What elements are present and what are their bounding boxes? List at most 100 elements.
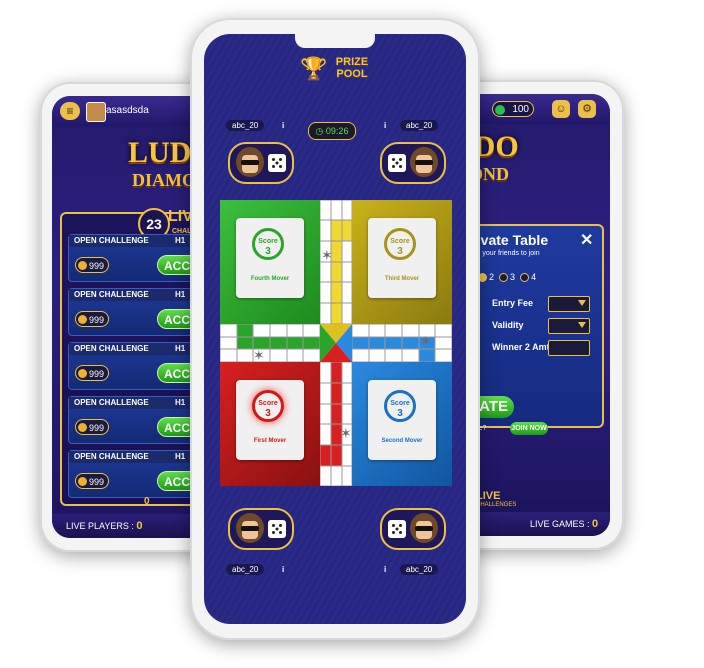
player-name-bottom-left: abc_20	[226, 564, 265, 575]
home-green: Score 3 Fourth Mover	[220, 200, 320, 324]
card-title: OPEN CHALLENGE	[74, 344, 149, 353]
validity-select[interactable]	[548, 318, 590, 334]
info-icon[interactable]: i	[282, 121, 284, 130]
timer-value: 09:26	[325, 126, 349, 136]
svg-text:✶: ✶	[340, 426, 352, 442]
home-red: Score 3 First Mover	[220, 362, 320, 486]
score-card: Score 3 Fourth Mover	[236, 218, 304, 298]
score-ring: Score 3	[252, 390, 284, 422]
info-icon[interactable]: i	[282, 565, 284, 574]
entry-amount: 999	[75, 365, 109, 381]
score-label: Score	[390, 400, 410, 407]
score-card: Score 3 First Mover	[236, 380, 304, 460]
score-value: 3	[265, 246, 271, 257]
die-icon[interactable]	[388, 154, 406, 172]
card-title: OPEN CHALLENGE	[74, 452, 149, 461]
entry-fee-select[interactable]	[548, 296, 590, 312]
live-challenges-sub: CHALLENGES	[476, 502, 517, 508]
score-label: Score	[390, 238, 410, 245]
chevron-down-icon	[578, 322, 586, 328]
coin-balance: 100	[492, 101, 534, 117]
player-top-left	[228, 142, 294, 184]
live-games-label: LIVE GAMES :	[530, 519, 590, 529]
username: asasdsda	[106, 105, 149, 116]
validity-label: Validity	[492, 320, 524, 330]
winner-amount-field[interactable]	[548, 340, 590, 356]
svg-text:✶: ✶	[321, 248, 333, 264]
live-games: LIVE GAMES : 0	[530, 518, 598, 530]
card-title: OPEN CHALLENGE	[74, 236, 149, 245]
score-value: 3	[265, 408, 271, 419]
score-value: 3	[397, 408, 403, 419]
card-title: OPEN CHALLENGE	[74, 398, 149, 407]
mover-label: First Mover	[253, 438, 287, 444]
menu-icon[interactable]: ≡	[60, 102, 80, 120]
svg-text:✶: ✶	[420, 334, 432, 350]
entry-fee-label: Entry Fee	[492, 298, 534, 308]
score-value: 3	[397, 246, 403, 257]
avatar[interactable]	[86, 102, 106, 122]
score-label: Score	[258, 400, 278, 407]
avatar	[410, 147, 438, 177]
entry-amount: 999	[75, 473, 109, 489]
score-ring: Score 3	[252, 228, 284, 260]
player-name-top-left: abc_20	[226, 120, 265, 131]
card-tag: H1	[175, 290, 186, 299]
live-players-label: LIVE PLAYERS :	[66, 521, 134, 531]
avatar	[410, 513, 438, 543]
mover-label: Fourth Mover	[250, 276, 290, 282]
entry-amount: 999	[75, 311, 109, 327]
close-icon[interactable]: ✕	[580, 230, 593, 250]
player-top-right	[380, 142, 446, 184]
card-title: OPEN CHALLENGE	[74, 290, 149, 299]
player-bottom-left	[228, 508, 294, 550]
player-name-bottom-right: abc_20	[400, 564, 439, 575]
winner-amount-label: Winner 2 Amt	[492, 342, 550, 352]
entry-amount: 999	[75, 257, 109, 273]
live-games-value: 0	[592, 518, 599, 530]
card-tag: H1	[175, 452, 186, 461]
users-icon[interactable]: ☺	[552, 100, 570, 118]
option-label: 2	[489, 272, 495, 282]
gear-icon[interactable]: ⚙	[578, 100, 596, 118]
avatar	[236, 513, 264, 543]
player-bottom-right	[380, 508, 446, 550]
prize-line1: PRIZE	[335, 56, 369, 68]
prize-line2: POOL	[336, 68, 368, 80]
center-home	[320, 324, 352, 362]
mover-label: Second Mover	[381, 438, 423, 444]
info-icon[interactable]: i	[384, 565, 386, 574]
player-name-top-right: abc_20	[400, 120, 439, 131]
score-card: Score 3 Third Mover	[368, 218, 436, 298]
chevron-down-icon	[578, 300, 586, 306]
die-icon[interactable]	[268, 154, 286, 172]
score-card: Score 3 Second Mover	[368, 380, 436, 460]
turn-timer: ◷ 09:26	[308, 122, 356, 140]
clock-icon: ◷	[315, 126, 324, 136]
mover-label: Third Mover	[384, 276, 420, 282]
mini-live-count: 0	[144, 496, 150, 507]
score-ring: Score 3	[384, 228, 416, 260]
radio-3[interactable]	[499, 273, 509, 283]
player-count-options: 2 3 4	[478, 272, 537, 283]
center-phone: 🏆 PRIZE POOL abc_20 i ◷ 09:26 i abc_20 ✶…	[190, 18, 480, 640]
die-icon[interactable]	[388, 520, 406, 538]
join-now-button[interactable]: JOIN NOW	[510, 422, 548, 435]
card-tag: H1	[175, 398, 186, 407]
option-label: 4	[531, 272, 537, 282]
score-label: Score	[258, 238, 278, 245]
avatar	[236, 147, 264, 177]
phone-notch	[295, 32, 375, 48]
card-tag: H1	[175, 344, 186, 353]
live-players: LIVE PLAYERS : 0	[66, 520, 143, 532]
prize-pool: PRIZE POOL	[322, 56, 382, 80]
ludo-board-screen: 🏆 PRIZE POOL abc_20 i ◷ 09:26 i abc_20 ✶…	[204, 34, 466, 624]
info-icon[interactable]: i	[384, 121, 386, 130]
option-label: 3	[510, 272, 516, 282]
card-tag: H1	[175, 236, 186, 245]
radio-4[interactable]	[520, 273, 530, 283]
home-blue: Score 3 Second Mover	[352, 362, 452, 486]
die-icon[interactable]	[268, 520, 286, 538]
home-yellow: Score 3 Third Mover	[352, 200, 452, 324]
score-ring: Score 3	[384, 390, 416, 422]
